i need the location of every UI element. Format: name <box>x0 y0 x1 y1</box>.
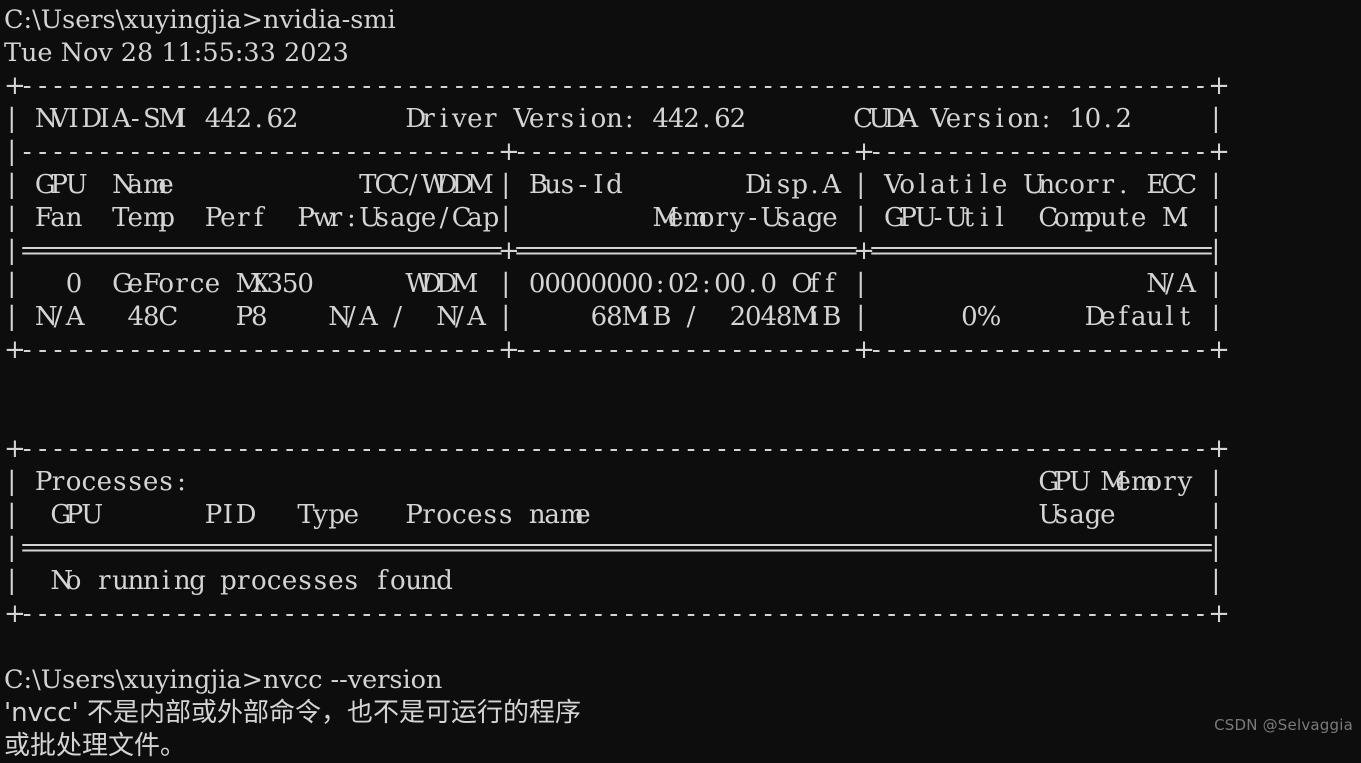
error-message-line-2: 或批处理文件。 <box>4 731 187 761</box>
processes-table-row-3: | =======================================… <box>7 533 1221 563</box>
processes-table-row-1: | Processes: GPU Memory | <box>7 467 1221 497</box>
spacer-line-1 <box>4 367 1361 400</box>
smi-table-row-5: | ===============================+=======… <box>7 236 1221 266</box>
processes-table-row-0: +- - - - - - - - - - - - - - - - - - - - - - - - - - - - - - - - - - - - - - -… <box>4 434 1230 464</box>
command-prompt-line-2: C:\Users\xuyingjia>nvcc --version <box>4 665 443 695</box>
smi-table-row-2: | - - - - - - - - - - - - - - - - - - - - - - - - - - - - - - - +- - - - - - -… <box>7 137 1230 167</box>
smi-table-row-0: +- - - - - - - - - - - - - - - - - - - - - - - - - - - - - - - - - - - - - - -… <box>4 71 1230 101</box>
smi-table-row-6: | 0 GeForce MX350 WDDM | 00000000: 02: 00.… <box>7 269 1221 299</box>
csdn-watermark: CSDN @Selvaggia <box>1214 716 1353 734</box>
command-prompt-line-1: C:\Users\xuyingjia>nvidia-smi <box>4 5 396 35</box>
smi-table-row-7: | N/A 48C P8 N/A / N/A | 68Mi B / 2048Mi B… <box>7 302 1221 332</box>
smi-timestamp: Tue Nov 28 11:55:33 2023 <box>4 38 349 68</box>
error-message-line-1: 'nvcc' 不是内部或外部命令，也不是可运行的程序 <box>4 698 582 728</box>
smi-table-row-4: | Fan Temp Per f Pwr: Usage / Cap| Memory - Us… <box>7 203 1221 233</box>
smi-table-row-8: +- - - - - - - - - - - - - - - - - - - - - - - - - - - - - - - +- - - - - - -… <box>4 335 1230 365</box>
spacer-line-3 <box>4 631 1361 664</box>
processes-table: +- - - - - - - - - - - - - - - - - - - - - - - - - - - - - - - - - - - - - - -… <box>4 433 1361 631</box>
nvidia-smi-table: +- - - - - - - - - - - - - - - - - - - - - - - - - - - - - - - - - - - - - - -… <box>4 70 1361 367</box>
smi-table-row-1: | NVIDIA- SMI 442. 62 Dr i ver Vers i on: 442.… <box>7 104 1221 134</box>
terminal-window[interactable]: C:\Users\xuyingjia>nvidia-smi Tue Nov 28… <box>0 0 1361 761</box>
smi-table-row-3: | GPU Name TCC/WDDM | Bus - Id Di sp. A | Vo… <box>7 170 1221 200</box>
processes-table-row-2: | GPU PID Type Process name Usage | <box>7 500 1221 530</box>
processes-table-row-5: +- - - - - - - - - - - - - - - - - - - - - - - - - - - - - - - - - - - - - - -… <box>4 599 1230 629</box>
spacer-line-2 <box>4 400 1361 433</box>
processes-table-row-4: | No runni ng processes f ound | <box>7 566 1221 596</box>
